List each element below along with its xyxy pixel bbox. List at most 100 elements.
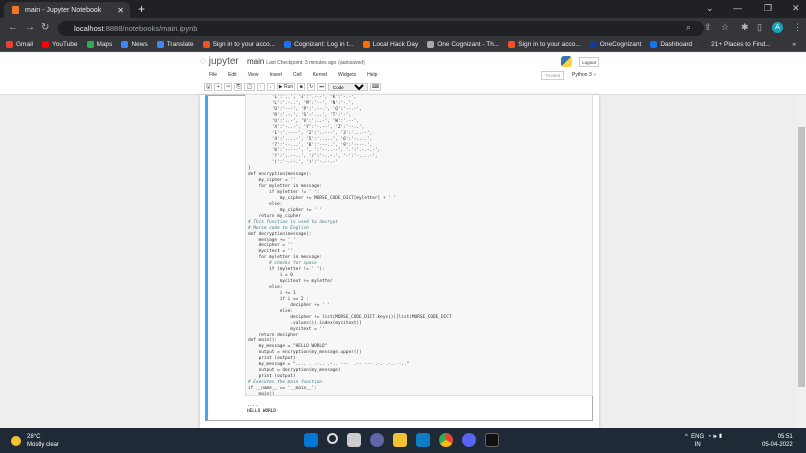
restart-icon[interactable]: ↻ [307, 83, 316, 91]
more-bookmarks-icon[interactable]: » [792, 41, 796, 48]
discord-icon[interactable] [462, 433, 476, 447]
tab-search-icon[interactable]: ⌄ [706, 3, 714, 14]
date: 05-04-2022 [762, 442, 793, 448]
notebook-name[interactable]: main [247, 57, 264, 66]
battery-icon[interactable]: ▮ [718, 434, 723, 440]
reload-icon[interactable]: ↻ [41, 22, 49, 33]
clock[interactable]: 05:51 05-04-2022 [762, 433, 793, 449]
bookmark-item[interactable]: Gmail [6, 40, 33, 49]
bookmark-item[interactable]: Cognizant: Log in t... [284, 40, 354, 49]
search-icon[interactable] [327, 433, 338, 444]
trusted-indicator[interactable]: Trusted [541, 71, 565, 80]
weather-widget[interactable]: 28°C Mostly clear [11, 433, 59, 449]
close-window-button[interactable]: ✕ [792, 3, 800, 14]
terminal-icon[interactable] [485, 433, 499, 447]
url-host: localhost [74, 24, 104, 33]
add-cell-icon[interactable]: + [214, 83, 223, 91]
bookmark-item[interactable]: Local Hack Day [362, 40, 419, 49]
browser-tab[interactable]: main - Jupyter Notebook ✕ [4, 2, 130, 18]
menu-item-insert[interactable]: Insert [269, 72, 282, 78]
chevron-up-icon[interactable]: ^ [685, 434, 688, 440]
code-editor[interactable]: 'I':'..', 'J':'.---', 'K':'-.-', 'L':'.-… [245, 94, 593, 396]
bookmark-item[interactable]: OneCognizant [589, 40, 642, 49]
menu-item-file[interactable]: File [209, 72, 217, 78]
language[interactable]: ENG [691, 434, 704, 440]
system-tray[interactable]: ^ ENG IN ◔ 🕪 ▮ [685, 433, 723, 449]
menu-item-kernel[interactable]: Kernel [313, 72, 327, 78]
sidepanel-icon[interactable]: ▯ [757, 22, 762, 33]
cut-icon[interactable]: ✂ [224, 83, 233, 91]
bookmark-favicon-icon [284, 40, 292, 48]
toolbar: 🖫 + ✂ ⎘ 📋 ↑ ↓ ▶ Run ■ ↻ ⏭ Code ⌨ [204, 83, 382, 91]
paste-icon[interactable]: 📋 [244, 83, 255, 91]
url-input[interactable]: localhost:8888/notebooks/main.ipynb [58, 21, 704, 36]
bookmark-label: Dashboard [660, 41, 693, 49]
chat-icon[interactable] [370, 433, 384, 447]
bookmarks-bar: Gmail YouTube Maps News Translate Sign in to … [0, 38, 806, 52]
wifi-icon[interactable]: ◔ [708, 434, 712, 440]
chrome-icon[interactable] [439, 433, 453, 447]
scrollbar-thumb[interactable] [798, 127, 805, 387]
cell-output: .... HELLO WORLD [247, 403, 276, 415]
save-icon[interactable]: 🖫 [204, 83, 213, 91]
new-tab-button[interactable]: + [138, 2, 145, 16]
start-icon[interactable] [304, 433, 318, 447]
region[interactable]: IN [695, 442, 701, 448]
page-scrollbar[interactable] [797, 95, 806, 428]
bookmark-item[interactable]: Dashboard [650, 40, 693, 49]
profile-avatar[interactable]: A [772, 22, 783, 33]
bookmark-label: OneCognizant [599, 41, 642, 49]
maximize-button[interactable]: ❐ [764, 3, 772, 14]
bookmark-item[interactable]: News [121, 40, 148, 48]
menu-item-view[interactable]: View [248, 72, 259, 78]
mail-icon[interactable] [416, 433, 430, 447]
menu-icon[interactable]: ⋮ [793, 22, 802, 33]
forward-icon[interactable]: → [25, 22, 35, 33]
bookmark-label: YouTube [51, 41, 78, 49]
checkpoint-status: Last Checkpoint: 3 minutes ago [266, 60, 337, 66]
move-down-icon[interactable]: ↓ [266, 83, 275, 91]
bookmark-item[interactable]: 21+ Places to Find... [701, 40, 771, 49]
bookmark-label: Cognizant: Log in t... [294, 41, 354, 49]
bookmark-label: Local Hack Day [372, 41, 419, 49]
volume-icon[interactable]: 🕪 [713, 434, 717, 440]
bookmark-item[interactable]: Translate [156, 40, 194, 48]
notebook-title[interactable]: main Last Checkpoint: 3 minutes ago (aut… [247, 57, 365, 66]
menu-item-edit[interactable]: Edit [228, 72, 237, 78]
extensions-icon[interactable]: ✱ [741, 22, 749, 33]
back-icon[interactable]: ← [8, 22, 18, 33]
star-icon[interactable]: ☆ [721, 22, 729, 33]
menu-item-help[interactable]: Help [367, 72, 377, 78]
jupyter-favicon-icon [12, 6, 19, 14]
bookmark-item[interactable]: Sign in to your acco... [202, 40, 275, 48]
menu-item-widgets[interactable]: Widgets [338, 72, 356, 78]
logout-button[interactable]: Logout [579, 57, 599, 67]
copy-icon[interactable]: ⎘ [234, 83, 243, 91]
bookmark-item[interactable]: Sign in to your acco... [508, 40, 581, 48]
task-view-icon[interactable] [347, 433, 361, 447]
taskbar: 28°C Mostly clear ^ ENG IN ◔ 🕪 ▮ 05:51 05-0… [0, 428, 806, 453]
bookmark-favicon-icon [650, 40, 658, 48]
menu-item-cell[interactable]: Cell [293, 72, 302, 78]
jupyter-logo[interactable]: ◌ jupyter [200, 56, 239, 67]
move-up-icon[interactable]: ↑ [256, 83, 265, 91]
zoom-icon[interactable]: ⌕ [686, 22, 691, 33]
command-palette-icon[interactable]: ⌨ [369, 83, 382, 91]
bookmark-item[interactable]: One Cognizant - Th... [427, 40, 499, 48]
close-tab-icon[interactable]: ✕ [117, 6, 124, 15]
share-icon[interactable]: ⇪ [704, 22, 712, 33]
bookmark-item[interactable]: Maps [86, 40, 112, 48]
url-path: :8888/notebooks/main.ipynb [103, 24, 198, 33]
file-explorer-icon[interactable] [393, 433, 407, 447]
bookmark-item[interactable]: YouTube [41, 40, 78, 49]
code-line: main() [248, 391, 275, 396]
bookmark-favicon-icon [202, 40, 210, 48]
bookmark-label: 21+ Places to Find... [711, 41, 771, 49]
code-cell[interactable]: 'I':'..', 'J':'.---', 'K':'-.-', 'L':'.-… [205, 94, 593, 421]
cell-type-select[interactable]: Code [327, 83, 368, 91]
fast-forward-icon[interactable]: ⏭ [317, 83, 326, 91]
stop-icon[interactable]: ■ [297, 83, 306, 91]
bookmark-label: Gmail [16, 41, 33, 49]
run-button[interactable]: ▶ Run [276, 83, 296, 91]
minimize-button[interactable]: — [733, 3, 742, 13]
